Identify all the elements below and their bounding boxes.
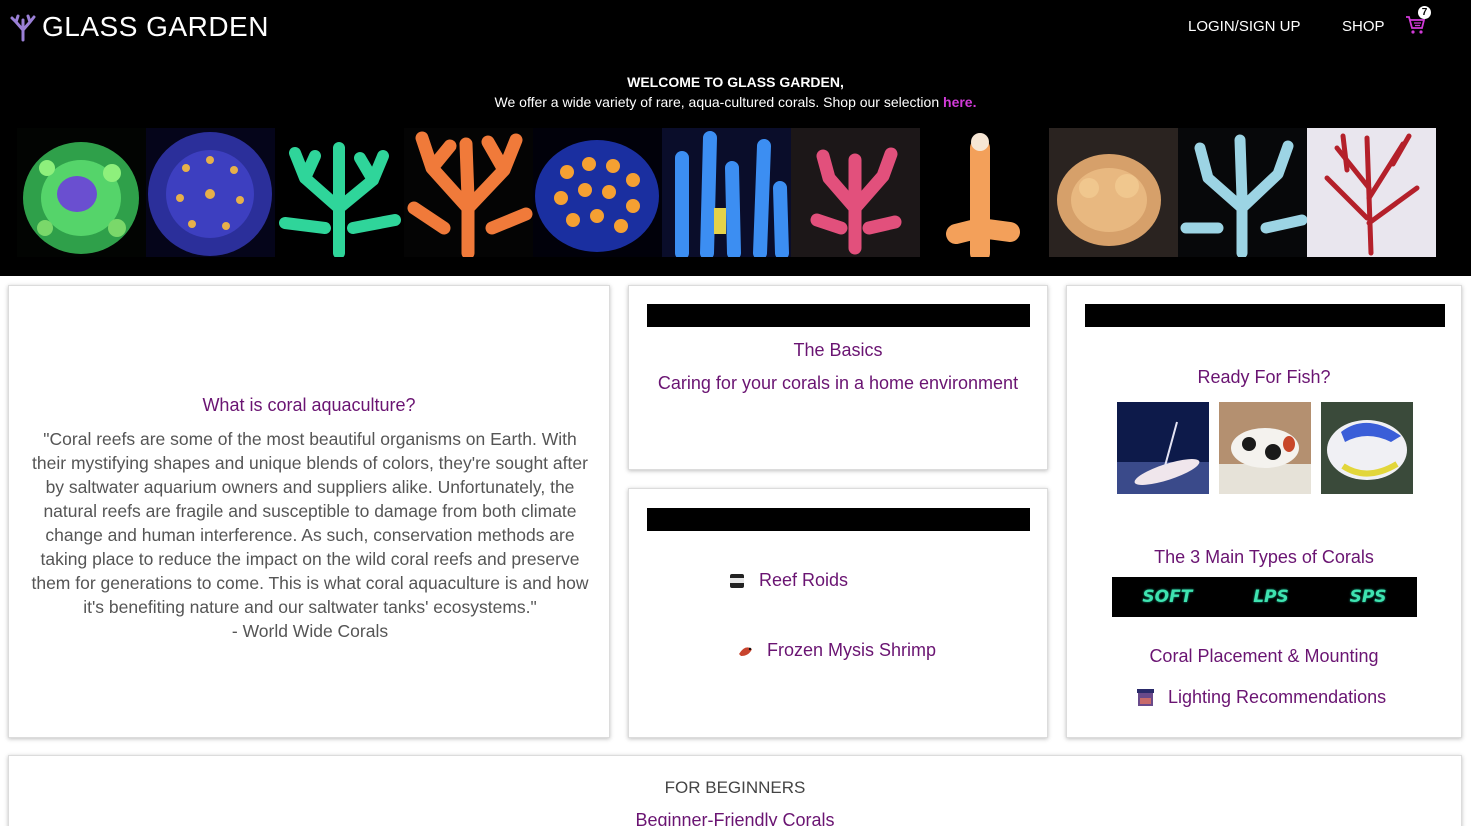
aquaculture-quote-block: "Coral reefs are some of the most beauti… bbox=[27, 427, 593, 643]
guides-card: Ready For Fish? The 3 Main Types of Cora… bbox=[1066, 285, 1462, 738]
brand-logo[interactable]: GLASS GARDEN bbox=[8, 10, 269, 44]
aquarium-light-icon bbox=[1137, 689, 1154, 706]
beginners-section-label: FOR BEGINNERS bbox=[664, 778, 806, 797]
quote-attribution: - World Wide Corals bbox=[231, 621, 389, 641]
fish-gallery bbox=[1117, 402, 1413, 494]
frozen-mysis-link[interactable]: Frozen Mysis Shrimp bbox=[735, 640, 936, 661]
fish-image-tang[interactable] bbox=[1321, 402, 1413, 494]
shop-selection-link[interactable]: here. bbox=[943, 94, 976, 110]
nav-login-signup[interactable]: LOGIN/SIGN UP bbox=[1188, 18, 1301, 35]
placement-mounting-link[interactable]: Coral Placement & Mounting bbox=[1067, 646, 1461, 667]
fish-image-goby[interactable] bbox=[1117, 402, 1209, 494]
type-sps-link[interactable]: SPS bbox=[1350, 587, 1387, 607]
coral-image-orange-zoanthid-colony[interactable] bbox=[533, 128, 662, 257]
cart-count-badge: 7 bbox=[1418, 6, 1431, 19]
guides-header-bar bbox=[1085, 304, 1445, 327]
coral-image-blue-mushroom[interactable] bbox=[146, 128, 275, 257]
nav-shop[interactable]: SHOP bbox=[1342, 18, 1385, 35]
coral-image-orange-finger-coral[interactable] bbox=[920, 128, 1049, 257]
lighting-recommendations-link[interactable]: Lighting Recommendations bbox=[1137, 687, 1386, 708]
welcome-title: WELCOME TO GLASS GARDEN, bbox=[627, 74, 844, 90]
food-card: Reef Roids Frozen Mysis Shrimp bbox=[628, 488, 1048, 738]
type-soft-link[interactable]: SOFT bbox=[1142, 587, 1192, 607]
lighting-label: Lighting Recommendations bbox=[1168, 687, 1387, 707]
caring-link[interactable]: Caring for your corals in a home environ… bbox=[629, 373, 1047, 394]
brand-name: GLASS GARDEN bbox=[42, 11, 269, 42]
ready-for-fish-link[interactable]: Ready For Fish? bbox=[1067, 367, 1461, 388]
shrimp-icon bbox=[739, 646, 752, 656]
reef-roids-link[interactable]: Reef Roids bbox=[727, 570, 848, 591]
basics-card: The Basics Caring for your corals in a h… bbox=[628, 285, 1048, 470]
food-header-bar bbox=[647, 508, 1030, 531]
beginners-card: FOR BEGINNERS Beginner-Friendly Corals bbox=[8, 755, 1462, 826]
coral-image-pink-stylophora[interactable] bbox=[791, 128, 920, 257]
aquaculture-card: What is coral aquaculture? "Coral reefs … bbox=[8, 285, 610, 738]
coral-image-red-gorgonian[interactable] bbox=[1307, 128, 1436, 257]
reef-roids-label: Reef Roids bbox=[759, 570, 849, 590]
frozen-mysis-label: Frozen Mysis Shrimp bbox=[767, 640, 937, 660]
type-lps-link[interactable]: LPS bbox=[1253, 587, 1289, 607]
beginner-corals-link[interactable]: Beginner-Friendly Corals bbox=[9, 810, 1461, 826]
coral-types-title[interactable]: The 3 Main Types of Corals bbox=[1067, 547, 1461, 568]
coral-image-green-acropora[interactable] bbox=[275, 128, 404, 257]
welcome-banner: WELCOME TO GLASS GARDEN, We offer a wide… bbox=[0, 72, 1471, 112]
coral-image-orange-montipora[interactable] bbox=[404, 128, 533, 257]
site-header: GLASS GARDEN LOGIN/SIGN UP SHOP 7 WELCOM… bbox=[0, 0, 1471, 276]
basics-link[interactable]: The Basics bbox=[629, 340, 1047, 361]
coral-logo-icon bbox=[10, 14, 36, 42]
coral-gallery bbox=[17, 128, 1436, 257]
welcome-subtitle: We offer a wide variety of rare, aqua-cu… bbox=[0, 92, 1471, 112]
aquaculture-title[interactable]: What is coral aquaculture? bbox=[9, 395, 609, 416]
coral-image-blue-acropora[interactable] bbox=[662, 128, 791, 257]
basics-header-bar bbox=[647, 304, 1030, 327]
coral-image-leather-coral[interactable] bbox=[1049, 128, 1178, 257]
coral-types-bar: SOFT LPS SPS bbox=[1112, 577, 1417, 617]
jar-icon bbox=[730, 573, 744, 588]
coral-image-green-zoanthid[interactable] bbox=[17, 128, 146, 257]
aquaculture-quote: "Coral reefs are some of the most beauti… bbox=[31, 429, 589, 617]
fish-image-clownfish[interactable] bbox=[1219, 402, 1311, 494]
coral-image-white-acropora[interactable] bbox=[1178, 128, 1307, 257]
welcome-subtitle-text: We offer a wide variety of rare, aqua-cu… bbox=[494, 94, 944, 110]
